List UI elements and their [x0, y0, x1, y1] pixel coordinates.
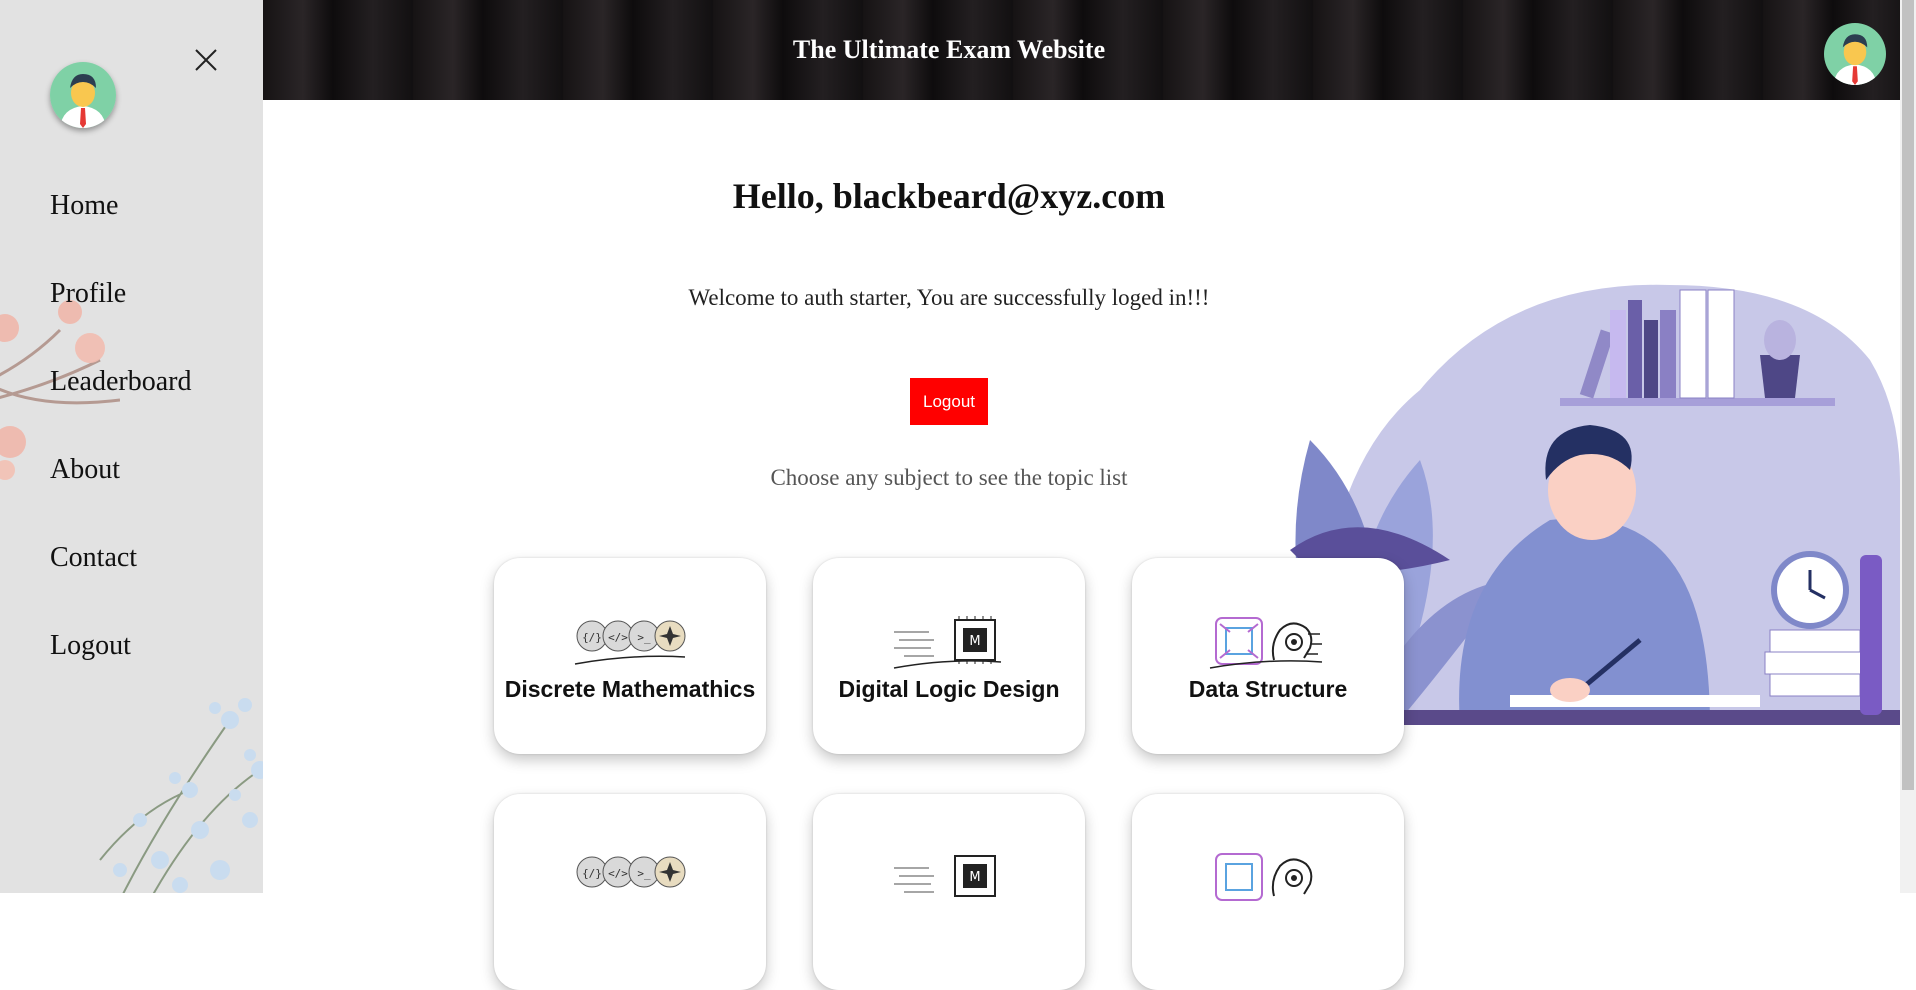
choose-subject-prompt: Choose any subject to see the topic list: [770, 465, 1128, 490]
svg-text:</>: </>: [608, 867, 628, 880]
subject-card-label: Digital Logic Design: [838, 676, 1060, 702]
svg-text:>_: >_: [637, 867, 651, 880]
code-symbols-icon: {/} </> >_: [576, 856, 686, 888]
circuit-chip-icon: M: [894, 855, 996, 897]
sidebar-item-about[interactable]: About: [50, 444, 191, 532]
subject-card[interactable]: [1132, 794, 1404, 990]
circuit-chip-icon: M: [893, 616, 1002, 669]
greeting-heading: Hello, blackbeard@xyz.com: [732, 176, 1166, 216]
sidebar-item-contact[interactable]: Contact: [50, 532, 191, 620]
sidebar-item-leaderboard[interactable]: Leaderboard: [50, 356, 191, 444]
close-icon[interactable]: [192, 46, 220, 74]
subject-card-data-structure[interactable]: Data Structure: [1132, 558, 1404, 754]
code-symbols-icon: {/} </> >_: [574, 620, 686, 665]
scrollbar-thumb[interactable]: [1902, 0, 1914, 790]
svg-text:M: M: [969, 634, 980, 649]
subject-card[interactable]: M: [813, 794, 1085, 990]
subject-card[interactable]: {/} </> >_: [494, 794, 766, 990]
welcome-message: Welcome to auth starter, You are success…: [688, 285, 1210, 310]
svg-text:{/}: {/}: [582, 867, 602, 880]
sidebar-item-profile[interactable]: Profile: [50, 268, 191, 356]
svg-text:>_: >_: [637, 631, 651, 644]
sidebar-item-home[interactable]: Home: [50, 180, 191, 268]
page-scrollbar[interactable]: [1900, 0, 1916, 893]
baby-breath-flowers-decoration: [99, 698, 263, 893]
ai-brain-icon: [1215, 853, 1313, 901]
svg-text:{/}: {/}: [582, 631, 602, 644]
top-header: The Ultimate Exam Website: [263, 0, 1900, 100]
sidebar: Home Profile Leaderboard About Contact L…: [0, 0, 263, 893]
header-avatar[interactable]: [1824, 23, 1886, 85]
subject-card-discrete-mathematics[interactable]: {/} </> >_ Discrete Mathemathics: [494, 558, 766, 754]
ai-brain-icon: [1209, 617, 1323, 669]
svg-text:M: M: [969, 870, 980, 885]
svg-text:</>: </>: [608, 631, 628, 644]
sidebar-nav: Home Profile Leaderboard About Contact L…: [50, 180, 191, 708]
subject-card-label: Discrete Mathemathics: [504, 676, 756, 702]
site-title: The Ultimate Exam Website: [792, 35, 1106, 64]
logout-button[interactable]: Logout: [910, 378, 988, 425]
subject-card-label: Data Structure: [1188, 676, 1348, 702]
sidebar-avatar: [50, 62, 116, 128]
subject-card-digital-logic-design[interactable]: M Digital Logic Design: [813, 558, 1085, 754]
